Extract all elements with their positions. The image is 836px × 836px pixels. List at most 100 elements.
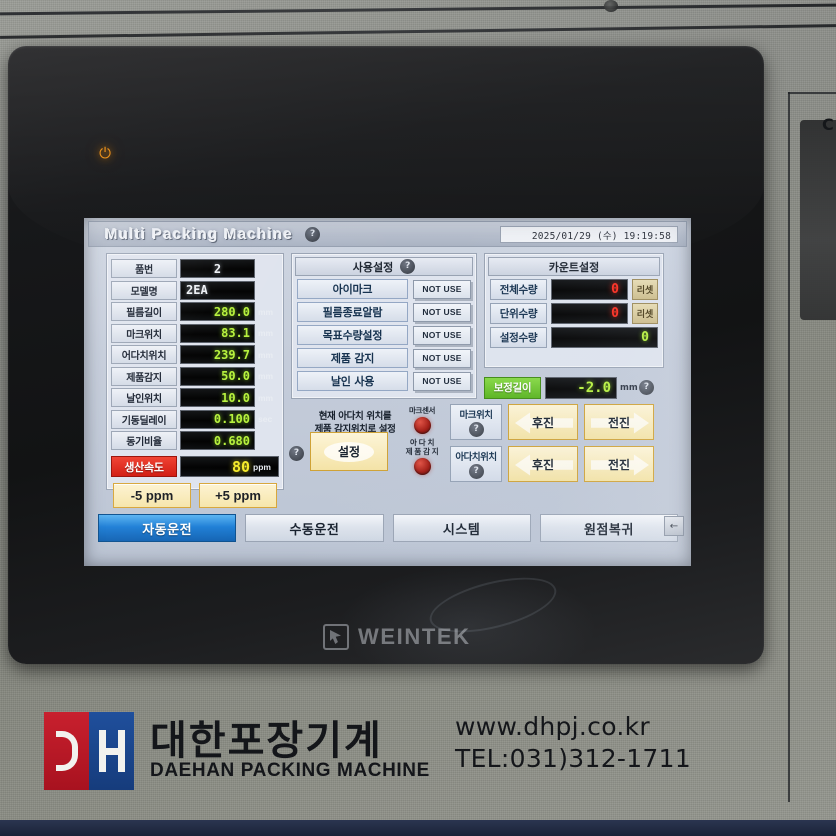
parameter-value-display[interactable]: 2 [180,259,255,278]
parameter-value: 0.100 [213,412,250,426]
production-speed-row: 생산속도 80 ppm [111,456,279,477]
parameter-row: 품번 2 [111,259,279,278]
parameter-value-display[interactable]: 10.0 [180,388,255,407]
set-position-help-icon[interactable]: ? [289,446,304,461]
usage-settings-help-icon[interactable]: ? [400,259,416,274]
panel-seam [0,3,836,16]
correction-length-label: 보정길이 [484,376,541,399]
panel-seam-secondary [0,24,836,39]
jog-reverse-button[interactable]: 후진 [508,446,578,482]
speed-decrease-button[interactable]: -5 ppm [113,483,191,508]
company-telephone: TEL:031)312-1711 [455,744,692,773]
parameter-label: 어다치위치 [111,345,177,364]
parameter-value: 2EA [186,283,208,297]
count-settings-title: 카운트설정 [548,260,600,274]
correction-length-row: 보정길이 -2.0 mm ? [484,376,664,399]
parameter-panel: 품번 2 모델명 2EA 필름길이 280.0 mm 마크위치 83.1 mm 어다치위치 239.7… [106,253,284,508]
screw-icon [604,0,618,12]
count-value-display[interactable]: 0 [551,279,628,300]
title-help-icon[interactable]: ? [305,226,321,242]
jog-forward-label: 전진 [607,457,631,472]
usage-setting-label: 아이마크 [297,279,408,299]
parameter-unit: mm [258,306,274,317]
parameter-value-display[interactable]: 280.0 [180,302,255,321]
parameter-unit: mm [258,328,274,338]
count-value-display[interactable]: 0 [551,303,628,324]
jog-forward-button[interactable]: 전진 [584,446,654,482]
tab-2[interactable]: 시스템 [392,514,531,542]
tab-0[interactable]: 자동운전 [98,514,237,542]
count-reset-button[interactable]: 리셋 [632,279,658,300]
speed-increase-button[interactable]: +5 ppm [199,483,277,508]
usage-setting-label: 필름종료알람 [297,302,408,322]
count-row: 설정수량 0 [490,327,658,348]
count-label: 전체수량 [490,279,547,300]
correction-length-help-icon[interactable]: ? [639,380,654,395]
sensor-lamp-label-line2: 제 품 감 지 [405,447,439,456]
usage-setting-toggle[interactable]: NOT USE [413,371,471,391]
production-speed-value-display: 80 ppm [180,456,279,477]
usage-settings-panel: 사용설정 ? 아이마크 NOT USE 필름종료알람 NOT USE 목표수량설정 NOT… [291,253,477,399]
jog-forward-button[interactable]: 전진 [584,404,654,440]
parameter-value-display[interactable]: 50.0 [180,366,255,386]
sensor-lamp-cell: 마크센서 [398,406,446,434]
set-position-instruction-line1: 현재 아다치 위치를 [318,411,392,422]
brand-plate: 대한포장기계 DAEHAN PACKING MACHINE www.dhpj.c… [30,700,730,804]
dh-logo-icon [44,712,134,790]
logo-letter-d [44,712,89,790]
parameter-row: 날인위치 10.0 mm [111,388,279,407]
parameter-row: 어다치위치 239.7 mm [111,345,279,364]
parameter-value-display[interactable]: 0.680 [180,431,255,450]
datetime-display: 2025/01/29 (수) 19:19:58 [500,226,678,243]
company-name-english: DAEHAN PACKING MACHINE [150,760,430,781]
usage-setting-toggle[interactable]: NOT USE [413,348,471,368]
parameter-value: 10.0 [221,390,250,405]
power-icon: ⏻ [99,144,111,162]
usage-setting-label: 목표수량설정 [297,325,408,345]
base-trim [0,820,836,836]
parameter-value-display[interactable]: 0.100 [180,409,255,429]
position-jog-help-icon[interactable]: ? [468,464,484,479]
set-position-button[interactable]: 설정 [310,432,388,471]
position-jog-label-text: 마크위치 [459,410,493,421]
parameter-label: 품번 [111,259,177,278]
sensor-lamp-label: 마크센서 [409,406,435,415]
usage-setting-toggle[interactable]: NOT USE [413,279,471,299]
parameter-value: 83.1 [221,326,250,340]
hmi-screen: Multi Packing Machine ? 2025/01/29 (수) 1… [84,218,691,566]
parameter-unit: mm [258,349,274,360]
jog-reverse-button[interactable]: 후진 [508,404,578,440]
position-jog-label: 아다치위치? [450,446,502,482]
usage-setting-toggle[interactable]: NOT USE [413,302,471,322]
company-name-korean: 대한포장기계 [150,718,383,764]
position-jog-label-text: 아다치위치 [455,452,497,463]
weintek-wordmark: WEINTEK [358,624,471,649]
count-value-display[interactable]: 0 [551,327,658,348]
tab-1[interactable]: 수동운전 [245,514,384,542]
company-website: www.dhpj.co.kr [455,712,650,741]
parameter-label: 필름길이 [111,302,177,321]
back-button[interactable]: ← [664,516,684,536]
count-reset-button[interactable]: 리셋 [632,303,658,324]
tab-3[interactable]: 원점복귀 [539,514,678,542]
correction-length-value: -2.0 [577,379,611,396]
parameter-row: 모델명 2EA [111,280,279,300]
count-label: 단위수량 [490,303,547,324]
panel-edge-line-horizontal [788,92,836,94]
parameter-row: 기동딜레이 0.100 sec [111,409,279,429]
position-jog-help-icon[interactable]: ? [468,422,484,437]
parameter-value-display[interactable]: 2EA [180,280,255,300]
parameter-label: 제품감지 [111,366,177,386]
logo-letter-h [89,712,134,790]
usage-setting-row: 아이마크 NOT USE [297,279,471,299]
parameter-value-display[interactable]: 239.7 [180,345,255,364]
count-settings-panel: 카운트설정 전체수량 0 리셋 단위수량 0 리셋 설정수량 0 [484,253,664,368]
parameter-value-display[interactable]: 83.1 [180,323,255,343]
usage-setting-toggle[interactable]: NOT USE [413,325,471,345]
parameter-label: 마크위치 [111,323,177,343]
correction-length-display[interactable]: -2.0 [545,376,617,399]
speed-adjust-buttons: -5 ppm +5 ppm [113,483,277,508]
weintek-mark-icon [323,624,349,650]
usage-setting-label: 날인 사용 [297,371,408,391]
parameter-label: 날인위치 [111,388,177,407]
